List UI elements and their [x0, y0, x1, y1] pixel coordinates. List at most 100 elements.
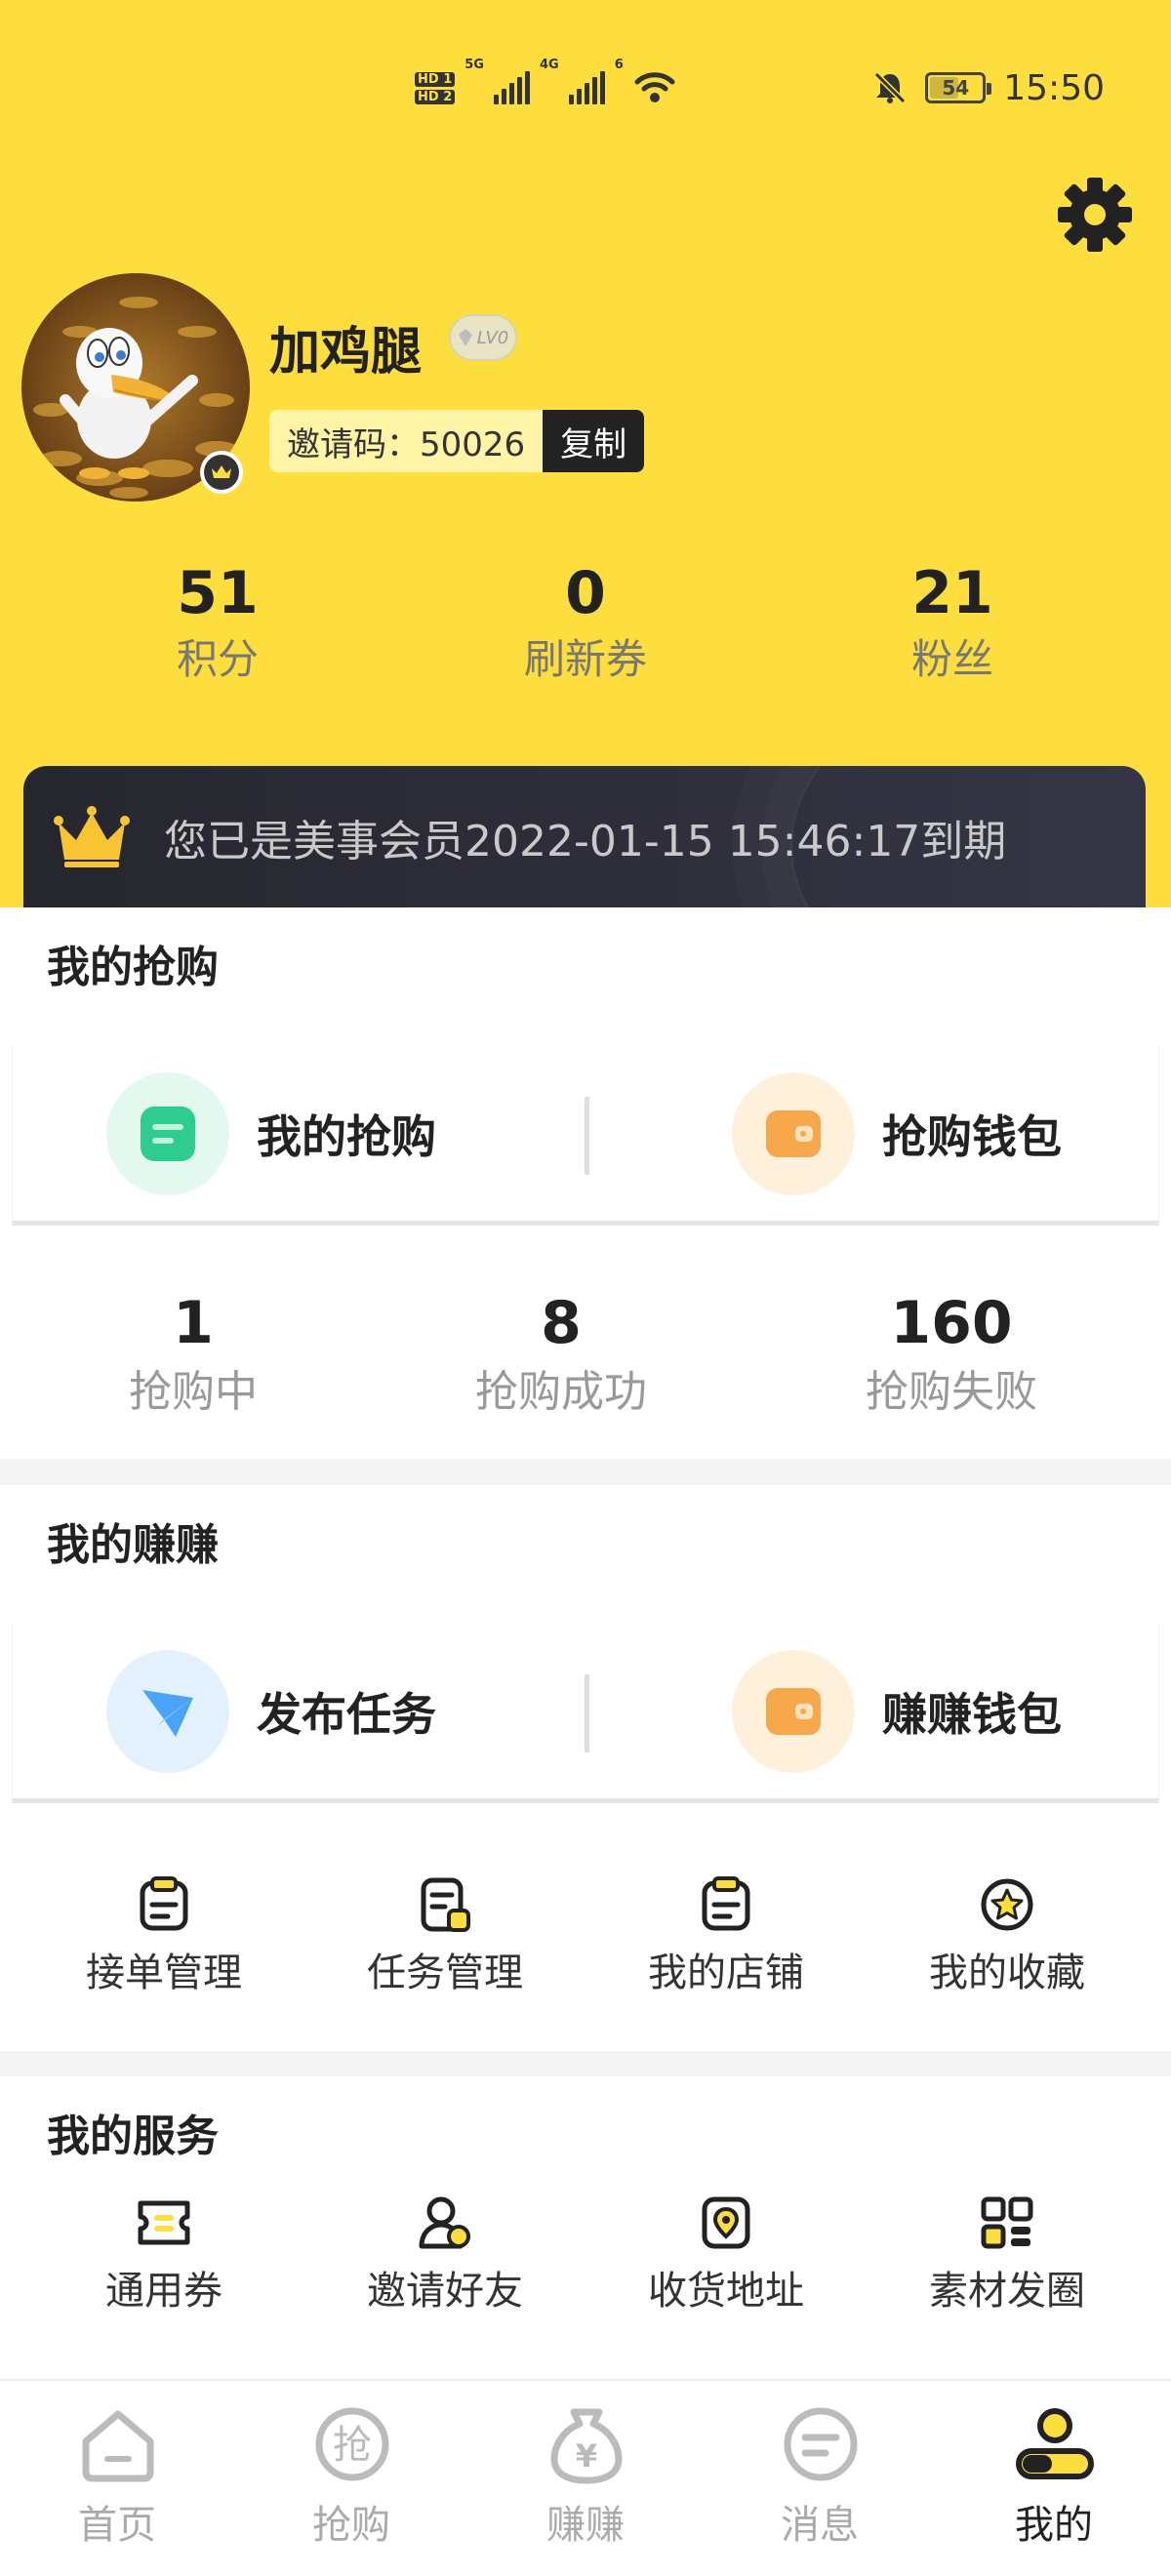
grab-icon: 抢	[315, 2407, 389, 2481]
svg-text:抢: 抢	[333, 2423, 372, 2468]
my-favorites-label: 我的收藏	[929, 1951, 1085, 1995]
count-in-progress-value: 1	[173, 1289, 214, 1357]
level-badge: LV0	[449, 314, 517, 361]
nav-grab[interactable]: 抢 抢购	[234, 2381, 468, 2576]
count-success-label: 抢购成功	[475, 1367, 647, 1417]
stat-points[interactable]: 51 积分	[71, 556, 364, 689]
hd2-indicator: HD 2	[415, 89, 456, 104]
card-divider-2	[585, 1674, 589, 1752]
hd1-indicator: HD 1	[415, 71, 456, 87]
shipping-address-item[interactable]: 收货地址	[589, 2194, 863, 2320]
count-success[interactable]: 8 抢购成功	[405, 1286, 717, 1425]
rush-section: 我的抢购 我的抢购 抢购钱包 1 抢购中 8 抢购成功 160 抢购失败	[0, 907, 1171, 1459]
nav-home[interactable]: 首页	[0, 2381, 234, 2576]
diamond-icon	[458, 329, 472, 346]
level-text: LV0	[476, 327, 509, 348]
rush-section-title: 我的抢购	[47, 943, 219, 992]
invite-friends-label: 邀请好友	[367, 2269, 523, 2314]
clipboard-icon	[140, 1876, 188, 1931]
services-section-title: 我的服务	[47, 2112, 219, 2161]
copy-invite-button[interactable]: 复制	[543, 410, 645, 472]
battery-icon: 54	[925, 72, 992, 103]
count-failed-label: 抢购失败	[866, 1367, 1037, 1417]
wifi-icon	[634, 72, 675, 102]
stat-refresh-coupons[interactable]: 0 刷新券	[439, 556, 732, 689]
my-shop-label: 我的店铺	[648, 1951, 804, 1995]
earn-wallet-button[interactable]: 赚赚钱包	[732, 1624, 1062, 1799]
invite-code-row: 邀请码：50026 复制	[269, 410, 645, 472]
shipping-address-label: 收货地址	[648, 2269, 804, 2314]
stat-refresh-label: 刷新券	[523, 635, 647, 683]
general-coupon-item[interactable]: 通用券	[27, 2194, 301, 2320]
stat-fans-label: 粉丝	[910, 635, 993, 683]
my-rush-button[interactable]: 我的抢购	[106, 1046, 436, 1222]
money-bag-icon: ¥	[550, 2408, 623, 2484]
home-icon	[82, 2410, 154, 2482]
stat-fans[interactable]: 21 粉丝	[806, 556, 1099, 689]
gold-crown-icon	[54, 806, 130, 867]
wallet-icon	[732, 1072, 855, 1195]
grid-apps-icon	[981, 2196, 1033, 2249]
nav-messages-label: 消息	[781, 2503, 859, 2548]
count-in-progress-label: 抢购中	[129, 1367, 258, 1417]
earn-section: 我的赚赚 发布任务 赚赚钱包 接单管理 任务管理 我的店铺 我的收藏	[0, 1485, 1171, 2051]
my-favorites-item[interactable]: 我的收藏	[870, 1875, 1144, 2002]
net2-label: 4G	[539, 58, 559, 72]
profile-header: HD 1 HD 2 5G 4G 6 54 15:50 加鸡腿 LV0 邀请码：5…	[0, 0, 1171, 907]
vip-crown-badge	[200, 451, 243, 494]
status-network: HD 1 HD 2 5G 4G 6	[415, 54, 676, 122]
signal-icon	[493, 71, 530, 104]
invite-friends-item[interactable]: 邀请好友	[308, 2194, 582, 2320]
invite-code: 邀请码：50026	[269, 410, 544, 472]
profile-icon	[1016, 2408, 1094, 2479]
battery-level: 54	[942, 76, 970, 100]
order-management-item[interactable]: 接单管理	[27, 1875, 301, 2002]
crown-icon	[212, 465, 231, 478]
membership-banner[interactable]: 您已是美事会员2022-01-15 15:46:17到期	[23, 766, 1146, 907]
rush-wallet-button[interactable]: 抢购钱包	[732, 1046, 1062, 1222]
mute-bell-icon	[874, 71, 907, 104]
location-pin-icon	[702, 2196, 750, 2249]
rush-wallet-label: 抢购钱包	[882, 1110, 1062, 1163]
stat-refresh-value: 0	[565, 559, 606, 627]
count-failed[interactable]: 160 抢购失败	[795, 1286, 1108, 1425]
rush-list-icon	[106, 1072, 229, 1195]
rush-card: 我的抢购 抢购钱包	[12, 1046, 1159, 1226]
material-share-item[interactable]: 素材发圈	[870, 2194, 1144, 2320]
task-management-item[interactable]: 任务管理	[308, 1875, 582, 2002]
ticket-icon	[138, 2200, 190, 2245]
task-management-label: 任务管理	[367, 1951, 523, 1995]
document-icon	[421, 1877, 470, 1932]
clock: 15:50	[1003, 67, 1105, 108]
svg-text:¥: ¥	[576, 2437, 597, 2475]
card-divider	[585, 1097, 589, 1175]
membership-expiry-text: 您已是美事会员2022-01-15 15:46:17到期	[164, 816, 1007, 866]
services-section: 我的服务 通用券 邀请好友 收货地址 素材发圈	[0, 2076, 1171, 2379]
publish-task-button[interactable]: 发布任务	[106, 1624, 436, 1799]
stat-fans-value: 21	[911, 559, 993, 627]
bottom-nav: 首页 抢 抢购 ¥ 赚赚 消息 我的	[0, 2379, 1171, 2576]
earn-wallet-label: 赚赚钱包	[882, 1688, 1062, 1741]
earn-section-title: 我的赚赚	[47, 1520, 219, 1570]
nav-home-label: 首页	[78, 2503, 156, 2548]
my-rush-label: 我的抢购	[257, 1110, 436, 1163]
nav-grab-label: 抢购	[312, 2503, 390, 2548]
stat-points-value: 51	[177, 559, 259, 627]
wallet-icon-2	[732, 1650, 855, 1773]
earn-card: 发布任务 赚赚钱包	[12, 1624, 1159, 1803]
nav-earn[interactable]: ¥ 赚赚	[468, 2381, 703, 2576]
signal-icon-2	[568, 71, 605, 104]
wifi-label: 6	[614, 58, 624, 72]
general-coupon-label: 通用券	[105, 2269, 222, 2314]
nav-messages[interactable]: 消息	[703, 2381, 937, 2576]
count-in-progress[interactable]: 1 抢购中	[37, 1286, 349, 1425]
invite-person-icon	[419, 2196, 470, 2249]
settings-gear-icon[interactable]	[1056, 176, 1134, 254]
shop-clipboard-icon	[702, 1876, 750, 1931]
status-bar: HD 1 HD 2 5G 4G 6 54 15:50	[0, 54, 1171, 122]
message-icon	[784, 2407, 858, 2481]
my-shop-item[interactable]: 我的店铺	[589, 1875, 863, 2002]
nav-profile[interactable]: 我的	[937, 2381, 1171, 2576]
star-circle-icon	[981, 1878, 1033, 1931]
status-right: 54 15:50	[872, 54, 1105, 122]
